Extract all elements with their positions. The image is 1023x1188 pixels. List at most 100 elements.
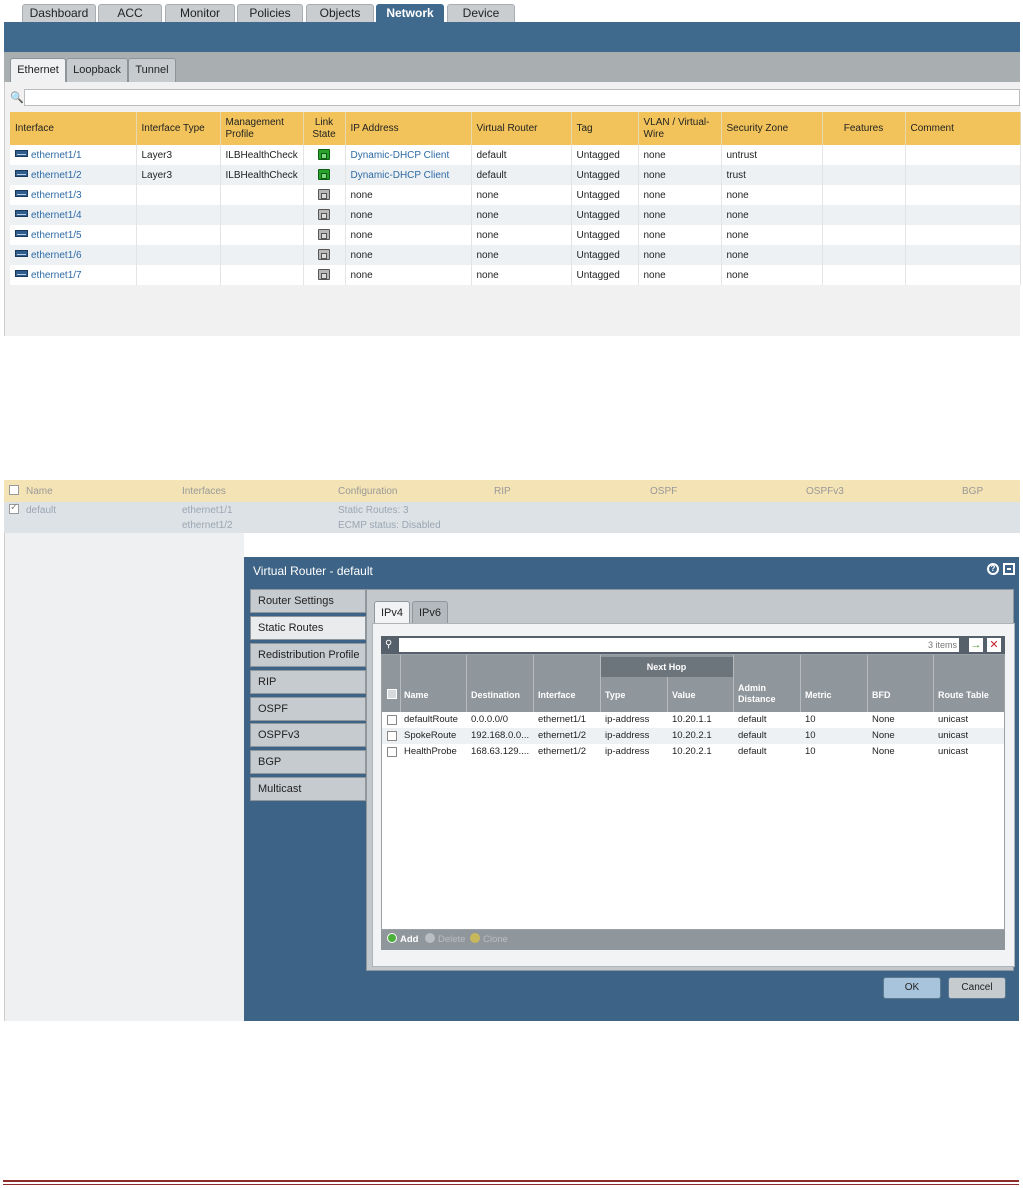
ip-address-value[interactable]: Dynamic-DHCP Client bbox=[351, 150, 450, 161]
col-interface[interactable]: Interface bbox=[538, 690, 576, 701]
tab-device[interactable]: Device bbox=[447, 4, 515, 22]
interface-link[interactable]: ethernet1/3 bbox=[31, 190, 82, 201]
tab-ipv6[interactable]: IPv6 bbox=[412, 601, 448, 623]
interface-cell[interactable]: ethernet1/2 bbox=[10, 165, 137, 185]
row-checkbox[interactable] bbox=[387, 731, 397, 741]
interface-cell[interactable]: ethernet1/5 bbox=[10, 225, 137, 245]
tab-objects[interactable]: Objects bbox=[306, 4, 374, 22]
tab-network[interactable]: Network bbox=[376, 4, 444, 22]
delete-button[interactable]: Delete bbox=[425, 933, 465, 947]
ip-address-value[interactable]: Dynamic-DHCP Client bbox=[351, 170, 450, 181]
route-name[interactable]: HealthProbe bbox=[404, 744, 466, 760]
sidebar-item-router-settings[interactable]: Router Settings bbox=[250, 589, 366, 613]
select-all-checkbox[interactable] bbox=[387, 689, 397, 699]
table-row[interactable]: HealthProbe 168.63.129.... ethernet1/2 ip-a… bbox=[382, 744, 1004, 760]
sidebar-item-multicast[interactable]: Multicast bbox=[250, 777, 366, 801]
sidebar-item-static-routes[interactable]: Static Routes bbox=[250, 616, 366, 640]
tab-ethernet[interactable]: Ethernet bbox=[10, 58, 66, 82]
route-name[interactable]: defaultRoute bbox=[404, 712, 466, 728]
col-interfaces[interactable]: Interfaces bbox=[182, 484, 226, 499]
col-features[interactable]: Features bbox=[822, 112, 906, 145]
interface-type-cell bbox=[136, 265, 221, 285]
search-input[interactable] bbox=[24, 89, 1020, 106]
interface-link[interactable]: ethernet1/7 bbox=[31, 270, 82, 281]
tab-loopback[interactable]: Loopback bbox=[66, 58, 128, 82]
tab-dashboard[interactable]: Dashboard bbox=[22, 4, 96, 22]
table-row[interactable]: default ethernet1/1 ethernet1/2 Static R… bbox=[4, 502, 1020, 533]
clone-icon bbox=[470, 933, 480, 943]
table-row[interactable]: defaultRoute 0.0.0.0/0 ethernet1/1 ip-addre… bbox=[382, 712, 1004, 728]
col-configuration[interactable]: Configuration bbox=[338, 484, 397, 499]
col-comment[interactable]: Comment bbox=[905, 112, 1021, 145]
col-admin-distance[interactable]: Admin Distance bbox=[738, 683, 788, 705]
interface-link[interactable]: ethernet1/4 bbox=[31, 210, 82, 221]
tab-ipv4[interactable]: IPv4 bbox=[374, 601, 410, 625]
table-row[interactable]: ethernet1/2 Layer3 ILBHealthCheck Dynamic-D… bbox=[10, 165, 1021, 185]
col-route-table[interactable]: Route Table bbox=[938, 690, 989, 701]
col-value[interactable]: Value bbox=[672, 690, 696, 701]
sidebar-item-ospf[interactable]: OSPF bbox=[250, 697, 366, 721]
row-checkbox[interactable] bbox=[387, 747, 397, 757]
col-name[interactable]: Name bbox=[26, 484, 53, 499]
table-row[interactable]: ethernet1/5 none none Untagged none none bbox=[10, 225, 1021, 245]
col-link-state[interactable]: Link State bbox=[303, 112, 346, 145]
apply-filter-icon[interactable]: → bbox=[969, 638, 983, 652]
route-name[interactable]: SpokeRoute bbox=[404, 728, 466, 744]
interface-link[interactable]: ethernet1/6 bbox=[31, 250, 82, 261]
col-ospfv3[interactable]: OSPFv3 bbox=[806, 484, 844, 499]
interface-cell[interactable]: ethernet1/7 bbox=[10, 265, 137, 285]
col-ip-address[interactable]: IP Address bbox=[345, 112, 472, 145]
interface-link[interactable]: ethernet1/2 bbox=[31, 170, 82, 181]
tab-acc[interactable]: ACC bbox=[98, 4, 162, 22]
table-row[interactable]: ethernet1/6 none none Untagged none none bbox=[10, 245, 1021, 265]
sidebar-item-ospfv3[interactable]: OSPFv3 bbox=[250, 723, 366, 747]
interface-link[interactable]: ethernet1/5 bbox=[31, 230, 82, 241]
col-management-profile[interactable]: Management Profile bbox=[220, 112, 304, 145]
ok-button[interactable]: OK bbox=[883, 977, 941, 999]
select-all-checkbox[interactable] bbox=[9, 485, 19, 495]
interface-cell[interactable]: ethernet1/6 bbox=[10, 245, 137, 265]
dialog-title: Virtual Router - default bbox=[253, 564, 373, 578]
clear-filter-icon[interactable]: ✕ bbox=[987, 638, 1001, 652]
table-row[interactable]: ethernet1/1 Layer3 ILBHealthCheck Dynamic-D… bbox=[10, 145, 1021, 165]
col-ospf[interactable]: OSPF bbox=[650, 484, 677, 499]
route-destination: 192.168.0.0... bbox=[471, 730, 530, 741]
search-input[interactable] bbox=[399, 638, 959, 652]
table-row[interactable]: ethernet1/7 none none Untagged none none bbox=[10, 265, 1021, 285]
help-icon[interactable]: ? bbox=[987, 563, 999, 575]
col-security-zone[interactable]: Security Zone bbox=[721, 112, 823, 145]
col-metric[interactable]: Metric bbox=[805, 690, 832, 701]
table-row[interactable]: SpokeRoute 192.168.0.0... ethernet1/2 ip-ad… bbox=[382, 728, 1004, 744]
tab-monitor[interactable]: Monitor bbox=[165, 4, 235, 22]
col-type[interactable]: Type bbox=[605, 690, 625, 701]
col-tag[interactable]: Tag bbox=[571, 112, 639, 145]
add-button[interactable]: Add bbox=[387, 933, 418, 947]
col-rip[interactable]: RIP bbox=[494, 484, 511, 499]
col-name[interactable]: Name bbox=[404, 690, 429, 701]
virtual-router-cell: none bbox=[471, 205, 572, 225]
sidebar-item-rip[interactable]: RIP bbox=[250, 670, 366, 694]
row-checkbox[interactable] bbox=[9, 502, 19, 514]
tab-policies[interactable]: Policies bbox=[237, 4, 303, 22]
virtual-router-name[interactable]: default bbox=[26, 503, 56, 518]
col-bfd[interactable]: BFD bbox=[872, 690, 891, 701]
cancel-button[interactable]: Cancel bbox=[948, 977, 1006, 999]
interface-cell[interactable]: ethernet1/1 bbox=[10, 145, 137, 165]
tab-tunnel[interactable]: Tunnel bbox=[128, 58, 176, 82]
row-checkbox[interactable] bbox=[387, 715, 397, 725]
sidebar-item-redistribution-profile[interactable]: Redistribution Profile bbox=[250, 643, 366, 667]
interface-cell[interactable]: ethernet1/4 bbox=[10, 205, 137, 225]
col-bgp[interactable]: BGP bbox=[962, 484, 983, 499]
interface-cell[interactable]: ethernet1/3 bbox=[10, 185, 137, 205]
interface-link[interactable]: ethernet1/1 bbox=[31, 150, 82, 161]
col-interface[interactable]: Interface bbox=[10, 112, 137, 145]
sidebar-item-bgp[interactable]: BGP bbox=[250, 750, 366, 774]
col-virtual-router[interactable]: Virtual Router bbox=[471, 112, 572, 145]
clone-button[interactable]: Clone bbox=[470, 933, 508, 947]
col-destination[interactable]: Destination bbox=[471, 690, 520, 701]
col-vlan[interactable]: VLAN / Virtual-Wire bbox=[638, 112, 722, 145]
col-interface-type[interactable]: Interface Type bbox=[136, 112, 221, 145]
minimize-icon[interactable] bbox=[1003, 563, 1015, 575]
table-row[interactable]: ethernet1/3 none none Untagged none none bbox=[10, 185, 1021, 205]
table-row[interactable]: ethernet1/4 none none Untagged none none bbox=[10, 205, 1021, 225]
